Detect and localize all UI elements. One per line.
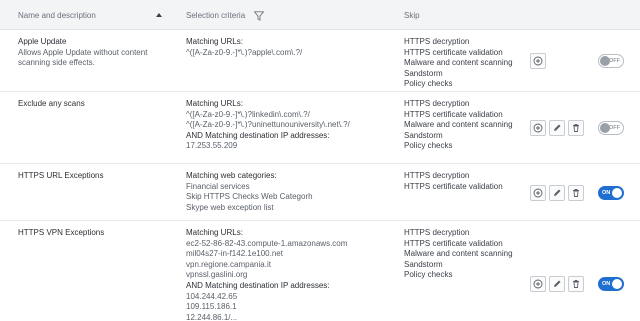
criteria-value: 104.244.42.65: [186, 291, 238, 301]
criteria-value: 17.253.55.209: [186, 141, 238, 151]
clone-button[interactable]: [530, 276, 546, 292]
skip-item: Sandstorm: [404, 68, 443, 78]
toggle-knob: [612, 188, 622, 198]
enable-toggle[interactable]: ON: [598, 277, 624, 291]
criteria-label: Matching URLs:: [186, 37, 243, 46]
skip-item: Malware and content scanning: [404, 120, 513, 130]
trash-icon: [573, 124, 579, 132]
skip-item: HTTPS decryption: [404, 37, 470, 46]
table-row: HTTPS VPN Exceptions Matching URLs: ec2-…: [0, 221, 640, 321]
clone-icon: [533, 188, 543, 198]
skip-item: Malware and content scanning: [404, 249, 513, 259]
criteria-label: Matching web categories:: [186, 171, 277, 180]
toggle-knob: [612, 279, 622, 289]
edit-button[interactable]: [549, 185, 565, 201]
skip-item: Policy checks: [404, 270, 453, 280]
row-actions: [530, 120, 584, 136]
skip-item: HTTPS certificate validation: [404, 181, 503, 191]
table-header: Name and description Selection criteria …: [0, 0, 640, 30]
column-header-name[interactable]: Name and description: [18, 11, 96, 21]
delete-button[interactable]: [568, 185, 584, 201]
enable-toggle[interactable]: ON: [598, 186, 624, 200]
criteria-cell: Matching web categories: Financial servi…: [186, 171, 396, 213]
criteria-value: vpnssl.gaslini.org: [186, 270, 248, 280]
criteria-value: 12.244.86.1/...: [186, 312, 238, 321]
edit-button[interactable]: [549, 120, 565, 136]
skip-item: Sandstorm: [404, 130, 443, 140]
skip-cell: HTTPS decryption HTTPS certificate valid…: [404, 171, 526, 192]
pencil-icon: [554, 280, 561, 287]
clone-icon: [533, 123, 543, 133]
rule-title: HTTPS URL Exceptions: [18, 171, 104, 180]
criteria-value: Financial services: [186, 181, 250, 191]
criteria-cell: Matching URLs: ^([A-Za-z0-9.-]*\.)?apple…: [186, 37, 396, 58]
criteria-value: Skip HTTPS Checks Web Categorh: [186, 192, 313, 202]
sort-ascending-icon[interactable]: [156, 13, 162, 17]
skip-item: Sandstorm: [404, 259, 443, 269]
table-row: Apple Update Allows Apple Update without…: [0, 30, 640, 92]
clone-icon: [533, 56, 543, 66]
skip-item: HTTPS certificate validation: [404, 47, 503, 57]
row-actions: [530, 53, 546, 69]
criteria-value: mil04s27-in-f142.1e100.net: [186, 249, 283, 259]
toggle-label: ON: [602, 190, 611, 196]
pencil-icon: [554, 124, 561, 131]
pencil-icon: [554, 189, 561, 196]
criteria-label: Matching URLs:: [186, 228, 243, 237]
criteria-value: Skype web exception list: [186, 202, 274, 212]
toggle-label: OFF: [609, 58, 620, 64]
criteria-value: ^([A-Za-z0-9.-]*\.)?apple\.com\.?/: [186, 47, 303, 57]
skip-item: Policy checks: [404, 79, 453, 89]
delete-button[interactable]: [568, 120, 584, 136]
table-row: Exclude any scans Matching URLs: ^([A-Za…: [0, 92, 640, 164]
edit-button[interactable]: [549, 276, 565, 292]
criteria-value: ^([A-Za-z0-9.-]*\.)?linkedin\.com\.?/: [186, 109, 310, 119]
skip-item: HTTPS certificate validation: [404, 109, 503, 119]
row-actions: [530, 276, 584, 292]
toggle-label: OFF: [609, 125, 620, 131]
criteria-label: Matching URLs:: [186, 99, 243, 108]
rule-name-cell: HTTPS URL Exceptions: [18, 171, 168, 182]
skip-item: Policy checks: [404, 141, 453, 151]
skip-cell: HTTPS decryption HTTPS certificate valid…: [404, 37, 526, 90]
delete-button[interactable]: [568, 276, 584, 292]
filter-funnel-icon[interactable]: [254, 11, 264, 21]
criteria-value: 109.115.186.1: [186, 302, 237, 312]
trash-icon: [573, 280, 579, 288]
enable-toggle[interactable]: OFF: [598, 54, 624, 68]
toggle-label: ON: [602, 281, 611, 287]
column-header-skip: Skip: [404, 11, 420, 20]
criteria-label: AND Matching destination IP addresses:: [186, 280, 330, 290]
rule-description: Allows Apple Update without content scan…: [18, 47, 148, 68]
row-actions: [530, 185, 584, 201]
criteria-value: ec2-52-86-82-43.compute-1.amazonaws.com: [186, 238, 348, 248]
clone-button[interactable]: [530, 185, 546, 201]
skip-cell: HTTPS decryption HTTPS certificate valid…: [404, 228, 526, 281]
enable-toggle[interactable]: OFF: [598, 121, 624, 135]
skip-item: HTTPS certificate validation: [404, 238, 503, 248]
criteria-cell: Matching URLs: ec2-52-86-82-43.compute-1…: [186, 228, 396, 321]
rule-name-cell: HTTPS VPN Exceptions: [18, 228, 168, 239]
rule-title: Apple Update: [18, 37, 67, 46]
skip-item: HTTPS decryption: [404, 228, 470, 237]
trash-icon: [573, 189, 579, 197]
skip-item: HTTPS decryption: [404, 171, 470, 180]
rule-title: HTTPS VPN Exceptions: [18, 228, 105, 237]
clone-button[interactable]: [530, 120, 546, 136]
clone-icon: [533, 279, 543, 289]
criteria-value: ^([A-Za-z0-9.-]*\.)?uninettunouniversity…: [186, 120, 350, 130]
rule-name-cell: Apple Update Allows Apple Update without…: [18, 37, 168, 69]
table-row: HTTPS URL Exceptions Matching web catego…: [0, 164, 640, 221]
criteria-label: AND Matching destination IP addresses:: [186, 130, 330, 140]
column-header-criteria: Selection criteria: [186, 11, 246, 20]
skip-item: Malware and content scanning: [404, 58, 513, 68]
criteria-cell: Matching URLs: ^([A-Za-z0-9.-]*\.)?linke…: [186, 99, 396, 152]
skip-cell: HTTPS decryption HTTPS certificate valid…: [404, 99, 526, 152]
criteria-value: vpn.regione.campania.it: [186, 259, 271, 269]
rule-title: Exclude any scans: [18, 99, 85, 108]
rule-name-cell: Exclude any scans: [18, 99, 168, 110]
skip-item: HTTPS decryption: [404, 99, 470, 108]
clone-button[interactable]: [530, 53, 546, 69]
